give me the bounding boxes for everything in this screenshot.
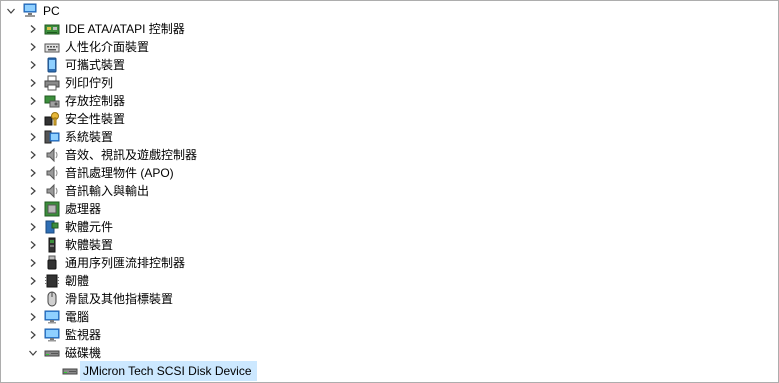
chevron-right-icon[interactable] — [27, 308, 39, 326]
tree-node-label: 列印佇列 — [65, 76, 114, 90]
chevron-right-icon[interactable] — [27, 38, 39, 56]
tree-node-category-9[interactable]: 音訊輸入與輸出 — [1, 182, 778, 200]
tree-node-disk-device-0[interactable]: JMicron Tech SCSI Disk Device — [1, 361, 778, 381]
tree-node-label: 通用序列匯流排控制器 — [65, 256, 186, 270]
chevron-right-icon[interactable] — [27, 236, 39, 254]
chevron-right-icon[interactable] — [27, 110, 39, 128]
speaker-icon — [44, 165, 60, 181]
processor-icon — [44, 201, 60, 217]
chevron-right-icon[interactable] — [27, 164, 39, 182]
tree-node-label: 系統裝置 — [65, 130, 114, 144]
tree-node-category-4[interactable]: 存放控制器 — [1, 92, 778, 110]
tree-node-label: 音訊處理物件 (APO) — [65, 166, 174, 180]
monitor-icon — [44, 327, 60, 343]
printer-icon — [44, 75, 60, 91]
mouse-icon — [44, 291, 60, 307]
tree-node-label: 韌體 — [65, 274, 90, 288]
disk-drive-icon — [62, 363, 78, 379]
tree-node-label: 人性化介面裝置 — [65, 40, 150, 54]
chevron-right-icon[interactable] — [27, 218, 39, 236]
tree-node-label: 電腦 — [65, 310, 90, 324]
tree-node-label: 處理器 — [65, 202, 102, 216]
device-manager-window: PC IDE ATA/ATAPI 控制器 人性化介面裝置 可攜式裝置列印佇列存放控制器… — [0, 0, 779, 383]
tree-node-label: 監視器 — [65, 328, 102, 342]
tree-node-category-17[interactable]: 監視器 — [1, 326, 778, 344]
chevron-right-icon[interactable] — [27, 92, 39, 110]
device-tree: PC IDE ATA/ATAPI 控制器 人性化介面裝置 可攜式裝置列印佇列存放控制器… — [1, 1, 778, 382]
tree-node-category-8[interactable]: 音訊處理物件 (APO) — [1, 164, 778, 182]
chevron-right-icon[interactable] — [27, 200, 39, 218]
speaker-icon — [44, 183, 60, 199]
chevron-right-icon[interactable] — [27, 290, 39, 308]
tree-node-category-16[interactable]: 電腦 — [1, 308, 778, 326]
chevron-right-icon[interactable] — [27, 254, 39, 272]
chevron-down-icon[interactable] — [27, 344, 39, 362]
tree-node-label: 音訊輸入與輸出 — [65, 184, 150, 198]
disk-drive-icon — [44, 345, 60, 361]
tree-node-category-3[interactable]: 列印佇列 — [1, 74, 778, 92]
chevron-right-icon[interactable] — [27, 20, 39, 38]
ide-controller-icon — [44, 21, 60, 37]
speaker-icon — [44, 147, 60, 163]
portable-device-icon — [44, 57, 60, 73]
chevron-right-icon[interactable] — [27, 146, 39, 164]
tree-node-category-18[interactable]: 磁碟機 — [1, 344, 778, 362]
tree-node-label: PC — [43, 4, 60, 18]
tree-node-category-14[interactable]: 韌體 — [1, 272, 778, 290]
chevron-right-icon[interactable] — [27, 128, 39, 146]
tree-node-category-1[interactable]: 人性化介面裝置 — [1, 38, 778, 56]
tree-node-label: 可攜式裝置 — [65, 58, 126, 72]
tree-node-label: 軟體裝置 — [65, 238, 114, 252]
monitor-icon — [44, 309, 60, 325]
storage-controller-icon — [44, 93, 60, 109]
software-device-icon — [44, 237, 60, 253]
tree-node-category-11[interactable]: 軟體元件 — [1, 218, 778, 236]
tree-node-category-0[interactable]: IDE ATA/ATAPI 控制器 — [1, 20, 778, 38]
tree-node-category-15[interactable]: 滑鼠及其他指標裝置 — [1, 290, 778, 308]
tree-node-label: 磁碟機 — [65, 346, 102, 360]
software-component-icon — [44, 219, 60, 235]
tree-node-label: 存放控制器 — [65, 94, 126, 108]
tree-node-category-5[interactable]: 安全性裝置 — [1, 110, 778, 128]
tree-node-label: IDE ATA/ATAPI 控制器 — [65, 22, 185, 36]
chevron-right-icon[interactable] — [27, 182, 39, 200]
security-device-icon — [44, 111, 60, 127]
tree-node-category-6[interactable]: 系統裝置 — [1, 128, 778, 146]
system-device-icon — [44, 129, 60, 145]
tree-node-category-13[interactable]: 通用序列匯流排控制器 — [1, 254, 778, 272]
hid-keyboard-icon — [44, 39, 60, 55]
chevron-right-icon[interactable] — [27, 74, 39, 92]
tree-node-category-10[interactable]: 處理器 — [1, 200, 778, 218]
tree-node-root-pc[interactable]: PC — [1, 2, 778, 20]
tree-node-category-7[interactable]: 音效、視訊及遊戲控制器 — [1, 146, 778, 164]
chevron-right-icon[interactable] — [27, 56, 39, 74]
tree-node-label: 軟體元件 — [65, 220, 114, 234]
tree-node-label: JMicron Tech SCSI Disk Device — [80, 361, 257, 381]
chevron-down-icon[interactable] — [5, 2, 17, 20]
tree-node-label: 安全性裝置 — [65, 112, 126, 126]
tree-node-category-2[interactable]: 可攜式裝置 — [1, 56, 778, 74]
computer-icon — [22, 3, 38, 19]
tree-node-label: 滑鼠及其他指標裝置 — [65, 292, 174, 306]
tree-node-label: 音效、視訊及遊戲控制器 — [65, 148, 198, 162]
tree-node-category-12[interactable]: 軟體裝置 — [1, 236, 778, 254]
chevron-right-icon[interactable] — [27, 272, 39, 290]
chevron-right-icon[interactable] — [27, 326, 39, 344]
firmware-icon — [44, 273, 60, 289]
usb-icon — [44, 255, 60, 271]
